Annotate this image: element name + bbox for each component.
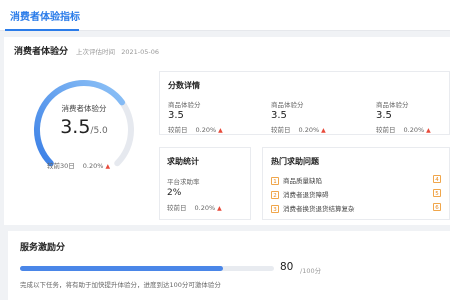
panel-title: 分数详情	[168, 81, 200, 90]
gauge-label: 消费者体验分	[61, 104, 107, 113]
metric-label: 商品体验分	[376, 101, 409, 109]
incentive-progress-bar	[20, 266, 274, 271]
up-arrow-icon: ▲	[218, 127, 223, 134]
metric-compare: 较前日 0.20% ▲	[168, 126, 223, 134]
metric-value: 2%	[167, 188, 182, 198]
question-item[interactable]: 5	[433, 189, 445, 197]
question-item[interactable]: 3 消费者换货退货结算复杂	[271, 203, 355, 213]
incentive-unit: /100分	[300, 267, 322, 275]
question-item[interactable]: 2 消费者退货障碍	[271, 189, 329, 199]
section-title: 消费者体验分	[14, 47, 69, 57]
incentive-card: 服务激励分 80 /100分 完成以下任务，将有助于加快提升体验分，进度到达10…	[8, 231, 450, 300]
panel-title: 热门求助问题	[271, 157, 319, 166]
metric-compare: 较前日 0.20% ▲	[271, 126, 326, 134]
tab-bar: 消费者体验指标	[0, 0, 450, 31]
metric-compare: 较前日 0.20% ▲	[167, 204, 222, 212]
question-item[interactable]: 6	[433, 203, 445, 211]
question-item[interactable]: 4	[433, 175, 445, 183]
up-arrow-icon: ▲	[105, 163, 111, 170]
metric-label: 商品体验分	[168, 101, 201, 109]
up-arrow-icon: ▲	[217, 205, 222, 212]
metric-label: 商品体验分	[271, 101, 304, 109]
metric-compare: 较前日 0.20% ▲	[376, 126, 431, 134]
help-stats-panel: 求助统计 平台求助率 2% 较前日 0.20% ▲	[159, 147, 251, 220]
incentive-note: 完成以下任务，将有助于加快提升体验分，进度到达100分可激体验分	[20, 281, 221, 289]
gauge-score: 3.5/5.0	[60, 116, 108, 138]
tab-consumer-experience[interactable]: 消费者体验指标	[10, 8, 80, 23]
incentive-title: 服务激励分	[20, 243, 66, 253]
hot-questions-panel: 热门求助问题 1 商品质量缺陷 2 消费者退货障碍 3 消费者换货退货结算复杂 4 5…	[262, 147, 450, 220]
question-item[interactable]: 1 商品质量缺陷	[271, 175, 322, 185]
score-card: 消费者体验分 上次评估时间 2021-05-06 消费者体验分 3.5/5.0 …	[4, 37, 450, 225]
metric-value: 3.5	[168, 110, 184, 121]
tab-active-indicator	[5, 29, 79, 31]
metric-label: 平台求助率	[167, 178, 200, 186]
up-arrow-icon: ▲	[321, 127, 326, 134]
score-detail-panel: 分数详情 商品体验分 3.5 较前日 0.20% ▲ 商品体验分 3.5 较前日 0.…	[159, 71, 450, 135]
incentive-score: 80	[280, 261, 294, 273]
gauge-compare: 较前30日 0.20% ▲	[47, 162, 111, 170]
last-evaluation-time: 上次评估时间 2021-05-06	[76, 48, 159, 56]
incentive-progress-fill	[20, 266, 224, 271]
panel-title: 求助统计	[167, 157, 199, 166]
up-arrow-icon: ▲	[426, 127, 431, 134]
metric-value: 3.5	[271, 110, 287, 121]
metric-value: 3.5	[376, 110, 392, 121]
